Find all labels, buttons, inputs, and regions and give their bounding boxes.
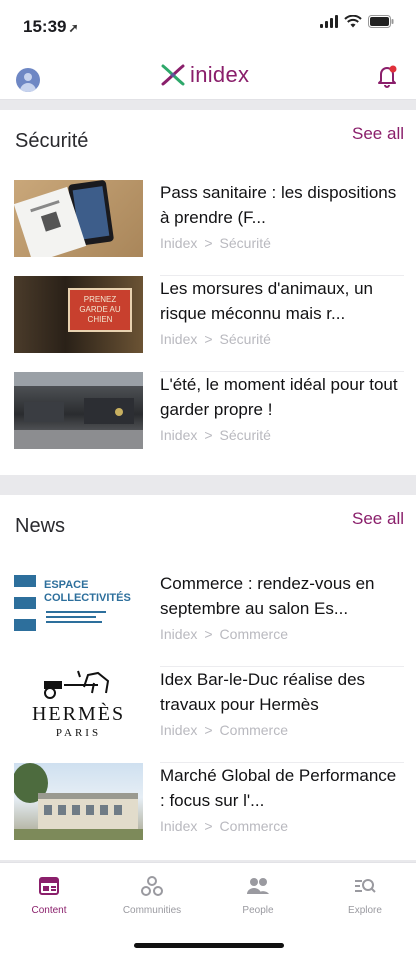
status-bar: 15:39 ➚ [0, 0, 416, 50]
see-all-link[interactable]: See all [352, 124, 404, 144]
thumbnail-sign-text: PRENEZ GARDE AU CHIEN [79, 295, 121, 324]
section-title: News [15, 515, 66, 537]
section-news: News See all ESPACE COLLECTIVITÉS Commer… [0, 495, 416, 860]
tab-explore[interactable]: Explore [320, 873, 410, 916]
inidex-logo-icon [161, 64, 185, 86]
cellular-signal-icon [320, 15, 338, 28]
article-title: Commerce : rendez-vous en septembre au s… [160, 574, 375, 618]
tab-label: Content [31, 905, 67, 916]
thumbnail-logo-text: ESPACE COLLECTIVITÉS [44, 579, 131, 604]
tab-label: Explore [348, 905, 382, 916]
article-thumbnail [14, 180, 143, 257]
app-logo: inidex [160, 62, 249, 88]
see-all-link[interactable]: See all [352, 509, 404, 529]
tab-label: Communities [122, 905, 182, 916]
article-title: Pass sanitaire : les dispositions à pren… [160, 183, 397, 227]
article-meta: Inidex > Sécurité [160, 235, 271, 251]
list-item[interactable]: HERMÈS PARIS Idex Bar-le-Duc réalise des… [0, 667, 416, 763]
avatar[interactable] [16, 68, 40, 92]
article-thumbnail: ESPACE COLLECTIVITÉS [14, 571, 143, 648]
list-item[interactable]: ESPACE COLLECTIVITÉS Commerce : rendez-v… [0, 571, 416, 667]
explore-icon [320, 873, 410, 899]
list-item[interactable]: PRENEZ GARDE AU CHIEN Les morsures d'ani… [0, 276, 416, 372]
section-header: Sécurité See all [0, 110, 416, 170]
brand-name: inidex [190, 62, 250, 87]
article-meta: Inidex > Sécurité [160, 331, 271, 347]
people-icon [213, 873, 303, 899]
article-thumbnail [14, 763, 143, 840]
article-meta: Inidex > Sécurité [160, 427, 271, 443]
content-icon [4, 873, 94, 899]
article-title: Marché Global de Performance : focus sur… [160, 766, 397, 810]
notification-bell-icon[interactable] [376, 64, 398, 93]
location-arrow-icon: ➚ [68, 21, 79, 35]
battery-icon [368, 15, 394, 28]
article-title: L'été, le moment idéal pour tout garder … [160, 375, 398, 419]
home-indicator[interactable] [134, 943, 284, 948]
article-title: Les morsures d'animaux, un risque méconn… [160, 279, 374, 323]
article-meta: Inidex > Commerce [160, 722, 289, 738]
list-item[interactable]: Marché Global de Performance : focus sur… [0, 763, 416, 859]
communities-icon [107, 873, 197, 899]
section-title: Sécurité [15, 130, 89, 152]
article-thumbnail: PRENEZ GARDE AU CHIEN [14, 276, 143, 353]
article-meta: Inidex > Commerce [160, 626, 289, 642]
tab-people[interactable]: People [213, 873, 303, 916]
wifi-icon [344, 15, 362, 28]
thumbnail-logo-text: HERMÈS [31, 703, 126, 725]
carriage-icon [44, 670, 110, 699]
tab-bar: Content Communities People Explore [0, 862, 416, 956]
list-item[interactable]: Pass sanitaire : les dispositions à pren… [0, 180, 416, 276]
tab-communities[interactable]: Communities [107, 873, 197, 916]
article-title: Idex Bar-le-Duc réalise des travaux pour… [160, 670, 366, 714]
article-thumbnail: HERMÈS PARIS [14, 667, 143, 744]
tab-content[interactable]: Content [4, 873, 94, 916]
section-header: News See all [0, 495, 416, 555]
tab-label: People [242, 905, 274, 916]
article-thumbnail [14, 372, 143, 449]
section-securite: Sécurité See all Pass sanitaire : les di… [0, 110, 416, 475]
list-item[interactable]: L'été, le moment idéal pour tout garder … [0, 372, 416, 468]
status-time: 15:39 ➚ [23, 17, 79, 36]
app-header: inidex [0, 50, 416, 100]
status-icons [320, 15, 394, 28]
thumbnail-logo-subtext: PARIS [55, 727, 102, 739]
article-meta: Inidex > Commerce [160, 818, 289, 834]
